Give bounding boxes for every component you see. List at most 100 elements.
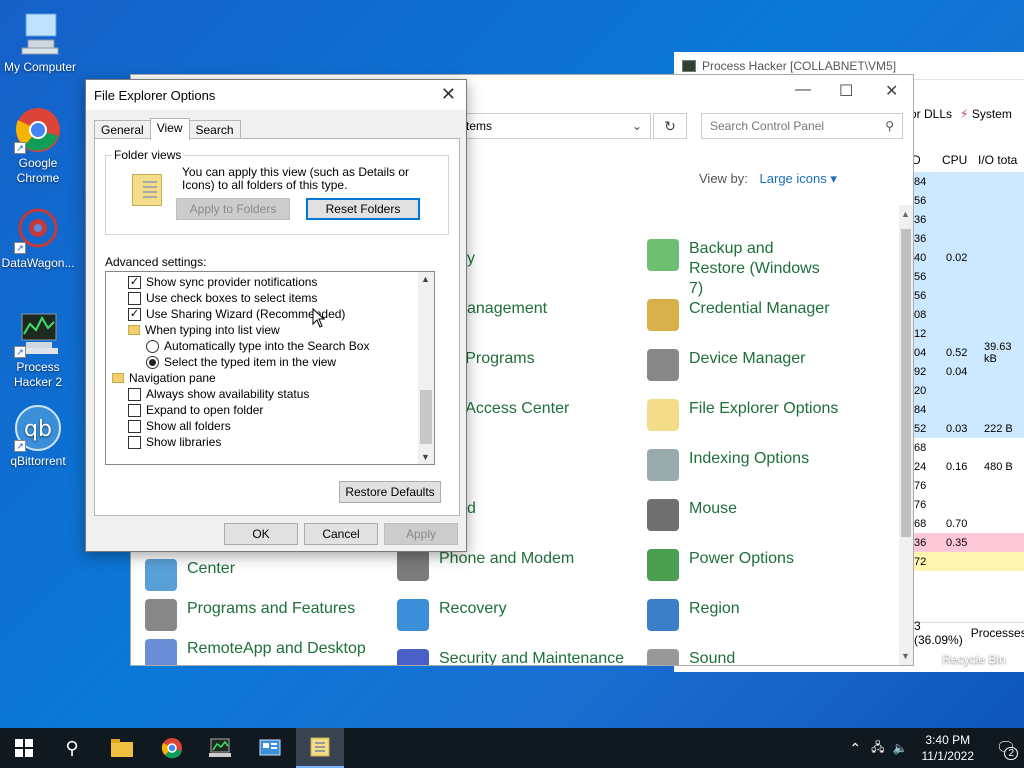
process-row[interactable]: 92 0.04 bbox=[914, 362, 1024, 381]
close-button[interactable]: ✕ bbox=[885, 81, 898, 101]
column-pid[interactable]: D bbox=[912, 153, 942, 167]
control-panel-item[interactable]: Security and Maintenance bbox=[397, 649, 624, 665]
desktop-icon-chrome[interactable]: ↗ Google Chrome bbox=[0, 106, 76, 186]
process-row[interactable]: 56 bbox=[914, 286, 1024, 305]
advanced-setting-row[interactable]: Select the typed item in the view bbox=[146, 354, 336, 370]
control-panel-item[interactable]: Credential Manager bbox=[647, 299, 830, 331]
reset-folders-button[interactable]: Reset Folders bbox=[306, 198, 420, 220]
advanced-settings-scrollbar[interactable]: ▲ ▼ bbox=[418, 272, 434, 464]
tab-search[interactable]: Search bbox=[188, 120, 241, 140]
control-panel-item[interactable]: File Explorer Options bbox=[647, 399, 838, 431]
system-button[interactable]: ⚡ System bbox=[960, 107, 1012, 121]
scroll-up-arrow[interactable]: ▲ bbox=[421, 274, 430, 284]
dialog-titlebar[interactable]: File Explorer Options bbox=[86, 80, 466, 110]
control-panel-item[interactable]: Indexing Options bbox=[647, 449, 809, 481]
checkbox[interactable] bbox=[128, 403, 141, 417]
checkbox[interactable] bbox=[128, 419, 141, 433]
tab-general[interactable]: General bbox=[94, 120, 151, 140]
process-row[interactable]: 20 bbox=[914, 381, 1024, 400]
taskbar-control-panel[interactable] bbox=[246, 728, 294, 768]
checkbox[interactable] bbox=[128, 435, 141, 449]
desktop-icon-datawagon[interactable]: ↗ DataWagon... bbox=[0, 206, 76, 271]
advanced-setting-row[interactable]: ✓ Show sync provider notifications bbox=[128, 274, 317, 290]
process-row[interactable]: 72 bbox=[914, 552, 1024, 571]
scroll-down-arrow[interactable]: ▼ bbox=[901, 651, 910, 661]
advanced-setting-row[interactable]: Expand to open folder bbox=[128, 402, 263, 418]
process-row[interactable]: 76 bbox=[914, 495, 1024, 514]
process-row[interactable]: 24 0.16 480 B bbox=[914, 457, 1024, 476]
advanced-setting-row[interactable]: Show libraries bbox=[128, 434, 221, 450]
file-explorer-options-dialog[interactable]: File Explorer Options ✕ General View Sea… bbox=[85, 79, 467, 552]
column-cpu[interactable]: CPU bbox=[942, 153, 978, 167]
vertical-scrollbar[interactable]: ▲ ▼ bbox=[899, 205, 913, 665]
notification-center-button[interactable]: 🗨 2 bbox=[988, 728, 1024, 768]
close-icon[interactable]: ✕ bbox=[441, 84, 456, 105]
checkbox[interactable]: ✓ bbox=[128, 275, 141, 289]
process-row[interactable]: 76 bbox=[914, 476, 1024, 495]
volume-icon[interactable]: 🔈 bbox=[893, 741, 908, 755]
advanced-setting-row[interactable]: Navigation pane bbox=[112, 370, 216, 386]
radio-button[interactable] bbox=[146, 355, 159, 369]
process-row[interactable]: 84 bbox=[914, 400, 1024, 419]
column-io[interactable]: I/O tota bbox=[978, 153, 1024, 167]
maximize-button[interactable]: ☐ bbox=[839, 81, 853, 101]
scroll-down-arrow[interactable]: ▼ bbox=[421, 452, 430, 462]
search-input[interactable]: Search Control Panel ⚲ bbox=[701, 113, 903, 139]
process-row[interactable]: 52 0.03 222 B bbox=[914, 419, 1024, 438]
checkbox[interactable]: ✓ bbox=[128, 307, 141, 321]
desktop-icon-my-computer[interactable]: My Computer bbox=[2, 10, 78, 75]
control-panel-item[interactable]: Region bbox=[647, 599, 740, 631]
clock[interactable]: 3:40 PM 11/1/2022 bbox=[922, 732, 975, 764]
restore-defaults-button[interactable]: Restore Defaults bbox=[339, 481, 441, 503]
advanced-setting-row[interactable]: Always show availability status bbox=[128, 386, 309, 402]
taskbar-chrome[interactable] bbox=[148, 728, 196, 768]
control-panel-item[interactable]: Programs and Features bbox=[145, 599, 355, 631]
advanced-setting-row[interactable]: Use check boxes to select items bbox=[128, 290, 317, 306]
advanced-settings-list[interactable]: ✓ Show sync provider notifications Use che… bbox=[105, 271, 435, 465]
checkbox[interactable] bbox=[128, 291, 141, 305]
process-row[interactable]: 68 bbox=[914, 438, 1024, 457]
control-panel-item[interactable]: Power Options bbox=[647, 549, 794, 581]
process-row[interactable]: 36 0.35 bbox=[914, 533, 1024, 552]
process-row[interactable]: 56 bbox=[914, 267, 1024, 286]
tab-view[interactable]: View bbox=[149, 118, 190, 140]
taskbar-file-explorer[interactable] bbox=[98, 728, 146, 768]
scroll-up-arrow[interactable]: ▲ bbox=[901, 209, 910, 219]
network-icon[interactable]: 🖧 bbox=[871, 738, 884, 759]
advanced-setting-row[interactable]: Automatically type into the Search Box bbox=[146, 338, 369, 354]
dlls-button[interactable]: or DLLs bbox=[910, 107, 952, 121]
process-row[interactable]: 40 0.02 bbox=[914, 248, 1024, 267]
control-panel-item[interactable]: Phone and Modem bbox=[397, 549, 574, 581]
desktop-icon-recycle-bin[interactable]: Recycle Bin bbox=[936, 652, 1012, 667]
process-row[interactable]: 56 bbox=[914, 191, 1024, 210]
view-by-dropdown[interactable]: Large icons ▾ bbox=[760, 171, 837, 186]
control-panel-item[interactable]: Backup and Restore (Windows 7) bbox=[647, 239, 827, 299]
minimize-button[interactable]: — bbox=[795, 81, 811, 99]
desktop-icon-qbittorrent[interactable]: qb ↗ qBittorrent bbox=[0, 404, 76, 469]
control-panel-item[interactable]: Device Manager bbox=[647, 349, 806, 381]
taskbar-process-hacker[interactable] bbox=[196, 728, 244, 768]
process-row[interactable]: 84 bbox=[914, 172, 1024, 191]
radio-button[interactable] bbox=[146, 339, 159, 353]
chevron-up-icon[interactable]: ⌃ bbox=[849, 740, 861, 757]
start-button[interactable] bbox=[0, 728, 48, 768]
process-row[interactable]: 68 0.70 bbox=[914, 514, 1024, 533]
ok-button[interactable]: OK bbox=[224, 523, 298, 545]
process-row[interactable]: 08 bbox=[914, 305, 1024, 324]
scrollbar-thumb[interactable] bbox=[901, 229, 911, 537]
control-panel-item[interactable]: RemoteApp and Desktop bbox=[145, 639, 366, 665]
process-row[interactable]: 36 bbox=[914, 210, 1024, 229]
refresh-button[interactable]: ↻ bbox=[653, 113, 687, 139]
control-panel-item[interactable]: Mouse bbox=[647, 499, 737, 531]
process-row[interactable]: 04 0.52 39.63 kB bbox=[914, 341, 1024, 365]
process-row[interactable]: 36 bbox=[914, 229, 1024, 248]
control-panel-item[interactable]: Sound bbox=[647, 649, 735, 665]
control-panel-item[interactable]: Recovery bbox=[397, 599, 507, 631]
checkbox[interactable] bbox=[128, 387, 141, 401]
control-panel-item[interactable]: Center bbox=[145, 559, 235, 591]
taskbar-file-explorer-options[interactable] bbox=[296, 728, 344, 768]
apply-to-folders-button[interactable]: Apply to Folders bbox=[176, 198, 290, 220]
search-button[interactable]: ⚲ bbox=[48, 728, 96, 768]
apply-button[interactable]: Apply bbox=[384, 523, 458, 545]
scrollbar-thumb[interactable] bbox=[420, 390, 432, 444]
